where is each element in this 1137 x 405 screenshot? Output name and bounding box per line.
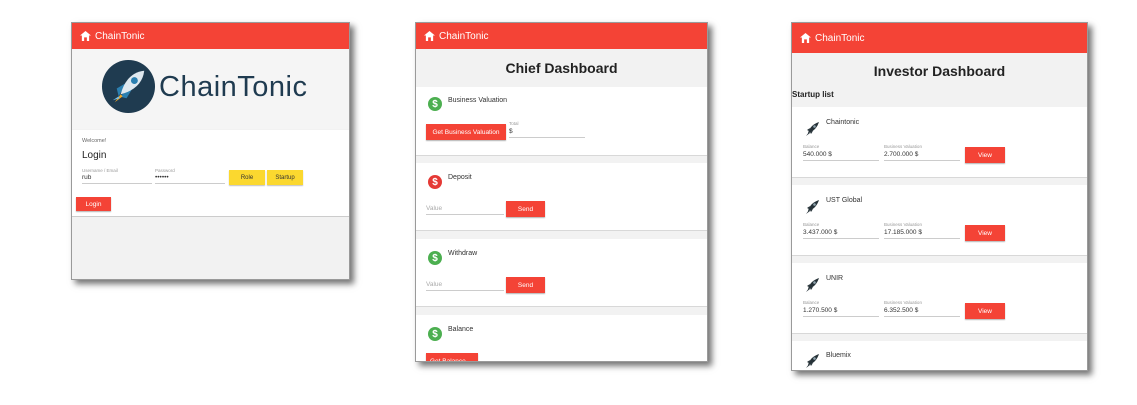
chief-dashboard-screen: ChainTonic Chief Dashboard $ Business Va… [415, 22, 708, 362]
password-label: Password [155, 168, 175, 173]
investor-dashboard-screen: ChainTonic Investor Dashboard Startup li… [791, 22, 1088, 371]
username-label: Username / Email [82, 168, 118, 173]
balance-card: $ Balance Get Balance [416, 315, 707, 361]
balance-value: 540.000 $ [803, 151, 832, 158]
view-button[interactable]: View [965, 225, 1005, 241]
logo-banner: ChainTonic [72, 49, 349, 129]
get-balance-button[interactable]: Get Balance [426, 353, 478, 361]
balance-value: 1.270.500 $ [803, 307, 838, 314]
card-label: Deposit [448, 174, 472, 181]
card-label: Balance [448, 326, 474, 333]
startup-name: UST Global [826, 197, 863, 204]
rocket-icon [806, 278, 819, 292]
valuation-value: 2.700.000 $ [884, 151, 919, 158]
balance-label: Balance [803, 144, 820, 149]
withdraw-send-button[interactable]: Send [506, 277, 545, 293]
username-field[interactable]: rub [82, 174, 91, 181]
withdraw-card: $ Withdraw Value Send [416, 239, 707, 307]
card-label: Business Valuation [448, 97, 508, 104]
valuation-label: Business Valuation [884, 144, 922, 149]
valuation-label: Business Valuation [884, 300, 922, 305]
app-title: ChainTonic [439, 30, 489, 42]
password-field[interactable]: •••••• [155, 174, 169, 181]
welcome-text: Welcome! [82, 138, 107, 144]
deposit-card: $ Deposit Value Send [416, 163, 707, 231]
valuation-underline [884, 160, 960, 161]
total-field[interactable]: $ [509, 128, 513, 135]
deposit-underline [426, 214, 504, 215]
valuation-underline [884, 316, 960, 317]
home-icon[interactable] [424, 31, 435, 41]
business-valuation-card: $ Business Valuation Get Business Valuat… [416, 87, 707, 156]
startup-card: Bluemix [792, 341, 1087, 370]
balance-underline [803, 316, 879, 317]
startup-name: Chaintonic [826, 119, 860, 126]
balance-underline [803, 160, 879, 161]
startup-card: UST Global Balance 3.437.000 $ Business … [792, 185, 1087, 256]
login-screen: ChainTonic ChainTonic Welcome! Login Use… [71, 22, 350, 280]
app-title: ChainTonic [815, 32, 865, 44]
role-button[interactable]: Role [229, 170, 265, 185]
login-card: Welcome! Login Username / Email rub Pass… [72, 130, 349, 217]
get-business-valuation-button[interactable]: Get Business Valuation [426, 124, 506, 140]
view-button[interactable]: View [965, 303, 1005, 319]
app-bar: ChainTonic [792, 23, 1087, 53]
startup-card: UNIR Balance 1.270.500 $ Business Valuat… [792, 263, 1087, 334]
valuation-label: Business Valuation [884, 222, 922, 227]
deposit-send-button[interactable]: Send [506, 201, 545, 217]
balance-value: 3.437.000 $ [803, 229, 838, 236]
logo-text: ChainTonic [159, 71, 308, 103]
balance-label: Balance [803, 300, 820, 305]
deposit-value-input[interactable]: Value [426, 205, 442, 212]
startup-card: Chaintonic Balance 540.000 $ Business Va… [792, 107, 1087, 178]
rocket-icon [806, 200, 819, 214]
dollar-icon: $ [428, 97, 442, 111]
rocket-logo-icon [101, 59, 156, 114]
card-label: Withdraw [448, 250, 478, 257]
view-button[interactable]: View [965, 147, 1005, 163]
login-title: Login [82, 150, 107, 161]
startup-name: Bluemix [826, 352, 851, 359]
dollar-icon: $ [428, 175, 442, 189]
chief-title: Chief Dashboard [505, 60, 618, 76]
home-icon[interactable] [800, 33, 811, 43]
startup-list-heading: Startup list [792, 90, 834, 99]
app-bar: ChainTonic [416, 23, 707, 49]
app-title: ChainTonic [95, 30, 145, 42]
password-underline [155, 183, 225, 184]
valuation-value: 17.185.000 $ [884, 229, 922, 236]
withdraw-value-input[interactable]: Value [426, 281, 442, 288]
rocket-icon [806, 354, 819, 368]
startup-name: UNIR [826, 275, 844, 282]
investor-title: Investor Dashboard [873, 63, 1006, 79]
total-underline [509, 137, 585, 138]
balance-underline [803, 238, 879, 239]
login-button[interactable]: Login [76, 197, 111, 211]
startup-button[interactable]: Startup [267, 170, 303, 185]
app-bar: ChainTonic [72, 23, 349, 49]
valuation-value: 6.352.500 $ [884, 307, 919, 314]
rocket-icon [806, 122, 819, 136]
username-underline [82, 183, 152, 184]
withdraw-underline [426, 290, 504, 291]
dollar-icon: $ [428, 327, 442, 341]
valuation-underline [884, 238, 960, 239]
home-icon[interactable] [80, 31, 91, 41]
balance-label: Balance [803, 222, 820, 227]
total-label: Total [509, 121, 519, 126]
dollar-icon: $ [428, 251, 442, 265]
